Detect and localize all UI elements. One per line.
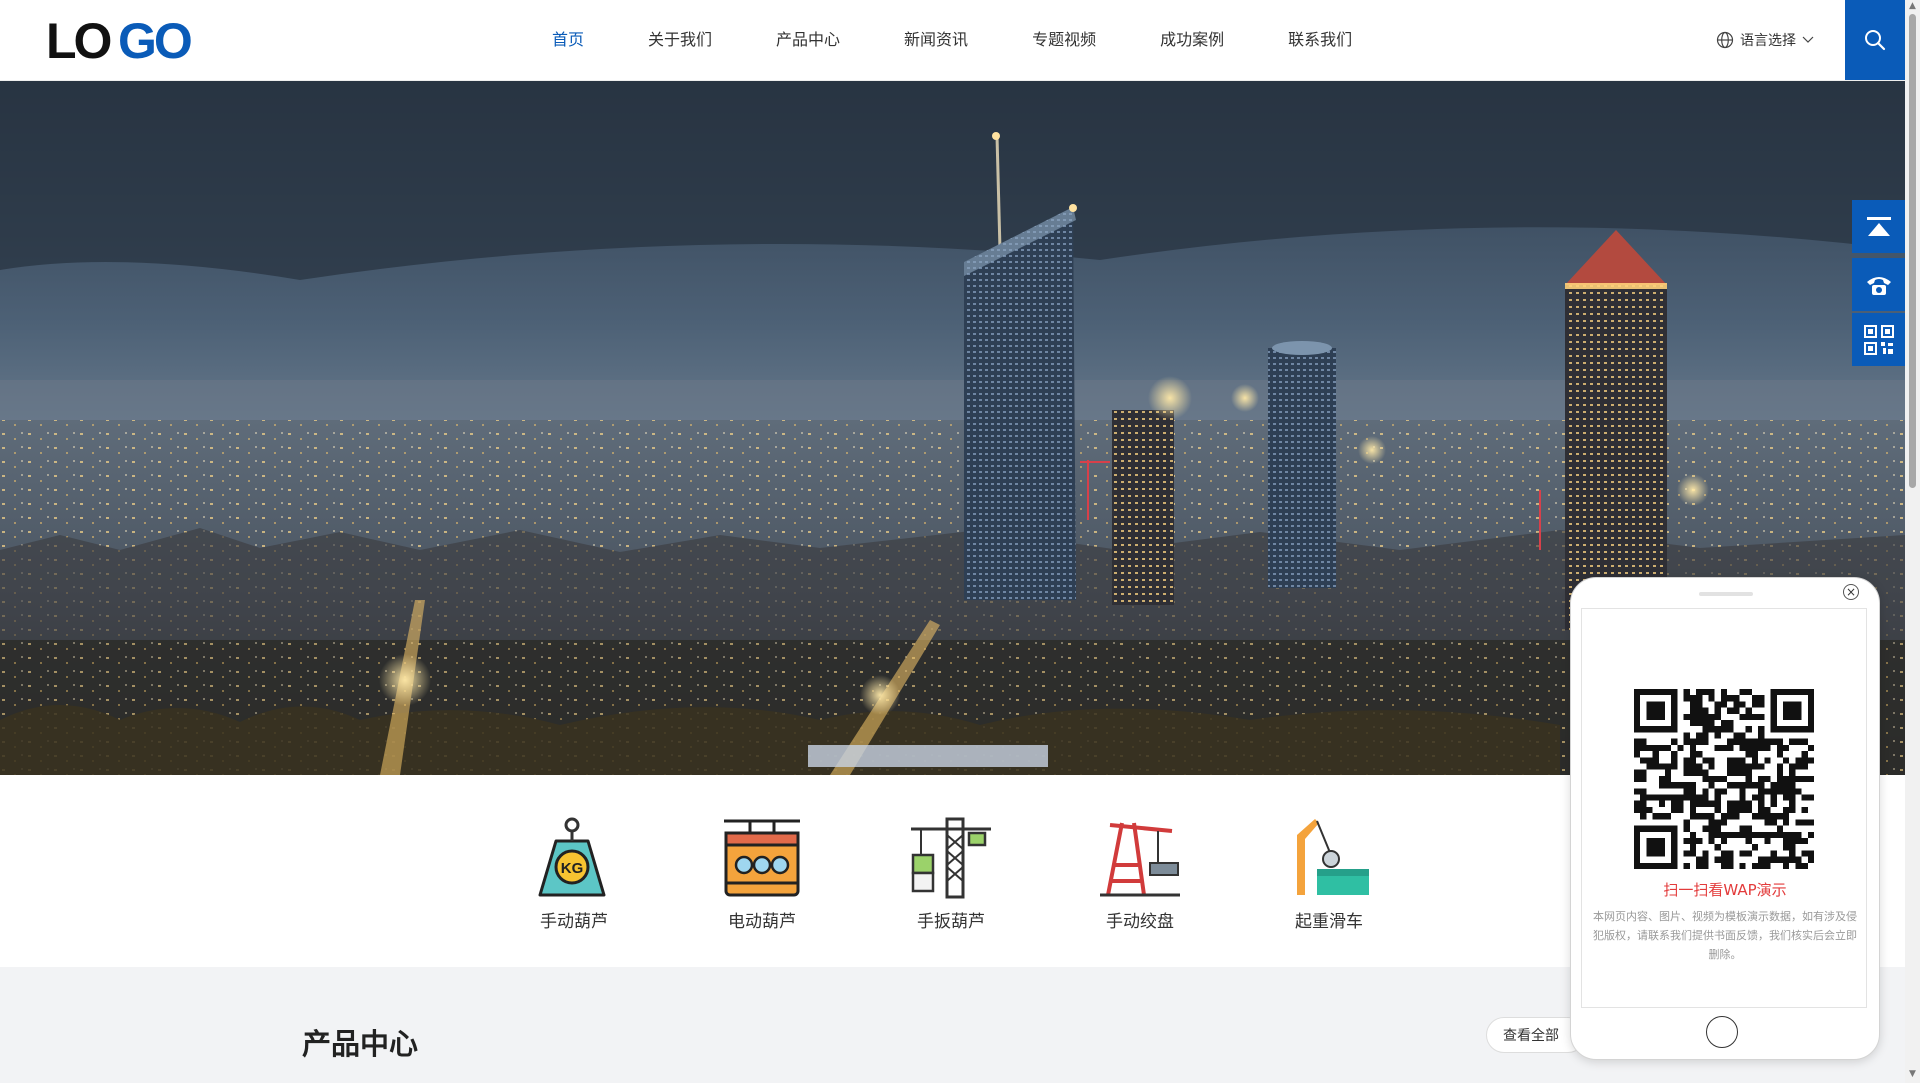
home-button[interactable] <box>1706 1016 1738 1048</box>
svg-text:KG: KG <box>561 860 584 877</box>
qr-code-button[interactable] <box>1852 313 1905 366</box>
nav-item-news[interactable]: 新闻资讯 <box>872 0 1000 80</box>
language-label: 语言选择 <box>1740 33 1796 49</box>
scroll-down-icon[interactable]: ▼ <box>1908 1070 1917 1079</box>
qr-code-icon <box>1863 324 1894 355</box>
main-nav: 首页 关于我们 产品中心 新闻资讯 专题视频 成功案例 联系我们 <box>520 0 1384 80</box>
site-logo[interactable]: LO GO <box>46 16 194 64</box>
category-manual-winch[interactable]: 手动绞盘 <box>1080 815 1200 932</box>
crane-hook-icon <box>1297 819 1369 895</box>
category-label: 手扳葫芦 <box>917 912 985 932</box>
category-lifting-pulley[interactable]: 起重滑车 <box>1269 815 1389 932</box>
copyright-notice: 本网页内容、图片、视频为模板演示数据，如有涉及侵犯版权，请联系我们提供书面反馈，… <box>1593 910 1857 961</box>
category-label: 手动葫芦 <box>540 912 608 932</box>
nav-item-products[interactable]: 产品中心 <box>744 0 872 80</box>
phone-icon <box>1866 276 1891 295</box>
category-label: 手动绞盘 <box>1106 912 1174 932</box>
nav-item-videos[interactable]: 专题视频 <box>1000 0 1128 80</box>
category-label: 起重滑车 <box>1295 912 1363 932</box>
phone-button[interactable] <box>1852 258 1905 311</box>
nav-item-about[interactable]: 关于我们 <box>616 0 744 80</box>
chevron-down-icon <box>1802 36 1814 43</box>
tower-crane-icon <box>911 817 991 899</box>
nav-item-contact[interactable]: 联系我们 <box>1256 0 1384 80</box>
qr-code-image <box>1634 689 1814 869</box>
site-header: LO GO 首页 关于我们 产品中心 新闻资讯 专题视频 成功案例 联系我们 语… <box>0 0 1905 81</box>
back-to-top-icon <box>1866 216 1891 236</box>
phone-speaker <box>1699 592 1753 596</box>
qr-popup: × 扫一扫看WAP演示 本网页内容、图片、视频为模板演示数据，如有涉及侵犯版权，… <box>1570 577 1880 1060</box>
svg-text:LO: LO <box>46 16 111 64</box>
scroll-thumb[interactable] <box>1909 14 1916 488</box>
category-label: 电动葫芦 <box>728 912 796 932</box>
phone-screen: 扫一扫看WAP演示 本网页内容、图片、视频为模板演示数据，如有涉及侵犯版权，请联… <box>1581 608 1867 1008</box>
category-lever-hoist[interactable]: 手扳葫芦 <box>891 815 1011 932</box>
harbor-crane-icon <box>1100 822 1180 897</box>
globe-icon <box>1716 31 1734 49</box>
search-button[interactable] <box>1845 0 1905 80</box>
scan-prompt: 扫一扫看WAP演示 <box>1663 881 1787 899</box>
svg-text:GO: GO <box>118 16 191 64</box>
search-icon <box>1865 30 1886 51</box>
cable-car-icon <box>724 819 800 897</box>
close-button[interactable]: × <box>1843 584 1859 600</box>
nav-item-home[interactable]: 首页 <box>520 0 616 80</box>
language-selector[interactable]: 语言选择 <box>1716 28 1814 52</box>
section-title: 产品中心 <box>302 1027 419 1061</box>
category-electric-hoist[interactable]: 电动葫芦 <box>702 815 822 932</box>
scroll-up-icon[interactable]: ▲ <box>1908 2 1917 11</box>
nav-item-cases[interactable]: 成功案例 <box>1128 0 1256 80</box>
page-scrollbar[interactable]: ▲ ▼ <box>1905 0 1920 1083</box>
category-manual-hoist[interactable]: KG 手动葫芦 <box>514 815 634 932</box>
kg-weight-icon: KG <box>538 817 606 897</box>
back-to-top-button[interactable] <box>1852 200 1905 253</box>
